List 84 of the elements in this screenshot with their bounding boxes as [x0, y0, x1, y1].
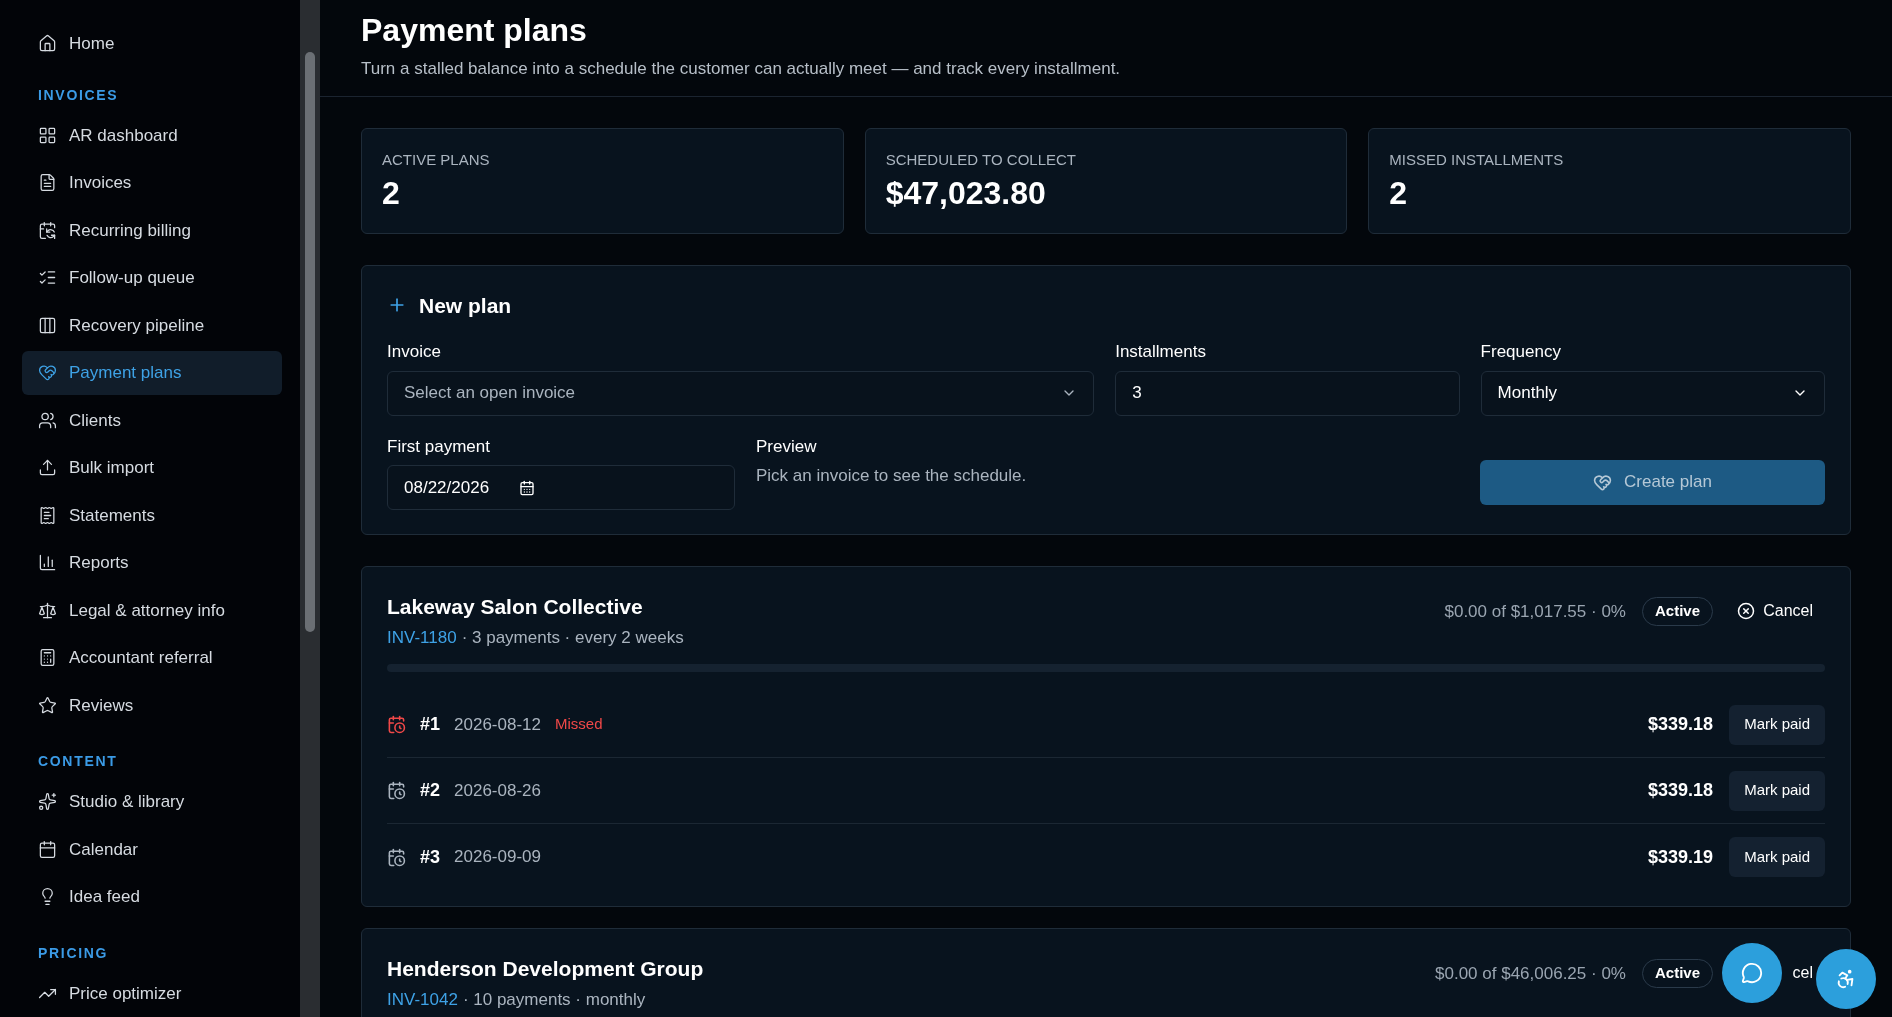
installment-amount: $339.18	[1648, 713, 1714, 736]
handshake-icon	[38, 363, 57, 383]
field-label: Preview	[756, 435, 818, 458]
create-plan-button[interactable]: Create plan	[1480, 459, 1825, 505]
close-icon	[1737, 602, 1756, 621]
sidebar-item[interactable]: Recovery pipeline	[22, 303, 282, 348]
bar-chart-icon	[38, 553, 57, 573]
installment-date: 2026-08-26	[454, 779, 541, 802]
sidebar-item[interactable]: Accountant referral	[22, 635, 282, 680]
calendar-icon	[38, 220, 57, 240]
sidebar-item[interactable]: Statements	[22, 493, 282, 538]
installment-amount: $339.19	[1648, 845, 1714, 869]
calculator-icon	[38, 648, 57, 668]
sidebar-item[interactable]: Clients	[22, 398, 282, 443]
invoice-link[interactable]: INV-1180	[387, 624, 457, 650]
sidebar-item[interactable]: Studio & library	[22, 779, 282, 824]
progress-text: $0.00 of $1,017.55 · 0%	[1444, 600, 1626, 623]
calendar-icon	[519, 479, 536, 496]
sidebar-item[interactable]: Payment plans	[22, 350, 282, 395]
mark-paid-button[interactable]: Mark paid	[1729, 770, 1825, 811]
plan-details: · 3 payments · every 2 weeks	[461, 626, 684, 649]
frequency-select[interactable]: Monthly	[1480, 370, 1825, 416]
columns-icon	[38, 315, 57, 335]
plan-name: Henderson Development Group	[387, 956, 704, 982]
plan-name: Lakeway Salon Collective	[387, 594, 644, 620]
installment-amount: $339.18	[1648, 779, 1714, 802]
sidebar-item[interactable]: Calendar	[22, 827, 282, 872]
star-icon	[38, 695, 57, 715]
sidebar-item[interactable]: Price optimizer	[22, 971, 282, 1016]
field-label: Frequency	[1480, 341, 1562, 363]
sidebar-item[interactable]: Idea feed	[22, 874, 282, 919]
installment-number: #2	[420, 779, 441, 802]
page-subtitle: Turn a stalled balance into a schedule the customer can actually meet — and track every installment.	[361, 58, 1122, 80]
page-title: Payment plans	[361, 11, 588, 50]
stat-value: 2	[382, 177, 401, 209]
chat-icon	[1741, 962, 1763, 984]
invoice-select[interactable]: Select an open invoice	[387, 370, 1095, 416]
sidebar-item[interactable]: Follow-up queue	[22, 255, 282, 300]
sidebar-item[interactable]: Invoices	[22, 160, 282, 205]
document-icon	[38, 173, 57, 193]
sidebar-item[interactable]: Reviews	[22, 683, 282, 728]
sidebar-item[interactable]: Home	[22, 26, 282, 61]
preview-text: Pick an invoice to see the schedule.	[756, 465, 1028, 487]
section-heading: CONTENT	[37, 752, 119, 771]
date-input[interactable]: 08/22/2026	[387, 465, 735, 510]
sidebar-item[interactable]: Recurring billing	[22, 208, 282, 253]
progress-text: $0.00 of $46,006.25 · 0%	[1435, 962, 1626, 985]
section-heading: INVOICES	[37, 85, 120, 105]
field-label: First payment	[387, 435, 491, 458]
upload-icon	[38, 458, 57, 478]
stat-value: $47,023.80	[885, 177, 1047, 209]
scale-icon	[38, 600, 57, 620]
installment-date: 2026-08-12	[454, 713, 541, 736]
home-icon	[38, 34, 57, 54]
sparkles-icon	[38, 792, 57, 812]
sidebar-item[interactable]: Legal & attorney info	[22, 588, 282, 633]
card-title: New plan	[419, 292, 512, 319]
stat-label: SCHEDULED TO COLLECT	[885, 149, 1077, 170]
section-heading: PRICING	[37, 943, 110, 963]
grid-icon	[38, 125, 57, 145]
installment-number: #3	[420, 845, 441, 869]
calendar-icon	[38, 839, 57, 859]
installment-date: 2026-09-09	[454, 846, 541, 869]
scrollbar[interactable]	[300, 0, 320, 1017]
sidebar-item[interactable]: Reports	[22, 540, 282, 585]
mark-paid-button[interactable]: Mark paid	[1729, 837, 1825, 877]
sidebar-item[interactable]: AR dashboard	[22, 113, 282, 158]
stat-label: MISSED INSTALLMENTS	[1389, 149, 1565, 170]
sidebar-item[interactable]: Bulk import	[22, 445, 282, 490]
users-icon	[38, 410, 57, 430]
installments-input[interactable]: 3	[1115, 370, 1460, 416]
missed-label: Missed	[555, 714, 603, 735]
cancel-button[interactable]: Cancel	[1737, 599, 1813, 624]
stat-label: ACTIVE PLANS	[382, 149, 491, 170]
invoice-link[interactable]: INV-1042	[387, 986, 458, 1012]
mark-paid-button[interactable]: Mark paid	[1729, 704, 1825, 745]
handshake-icon	[1593, 472, 1613, 492]
stat-value: 2	[1389, 177, 1409, 209]
installment-number: #1	[420, 713, 441, 736]
plan-details: · 10 payments · monthly	[462, 988, 646, 1011]
field-label: Invoice	[387, 341, 442, 363]
field-label: Installments	[1115, 341, 1207, 363]
cancel-button[interactable]: cel	[1792, 961, 1813, 986]
receipt-icon	[38, 505, 57, 525]
